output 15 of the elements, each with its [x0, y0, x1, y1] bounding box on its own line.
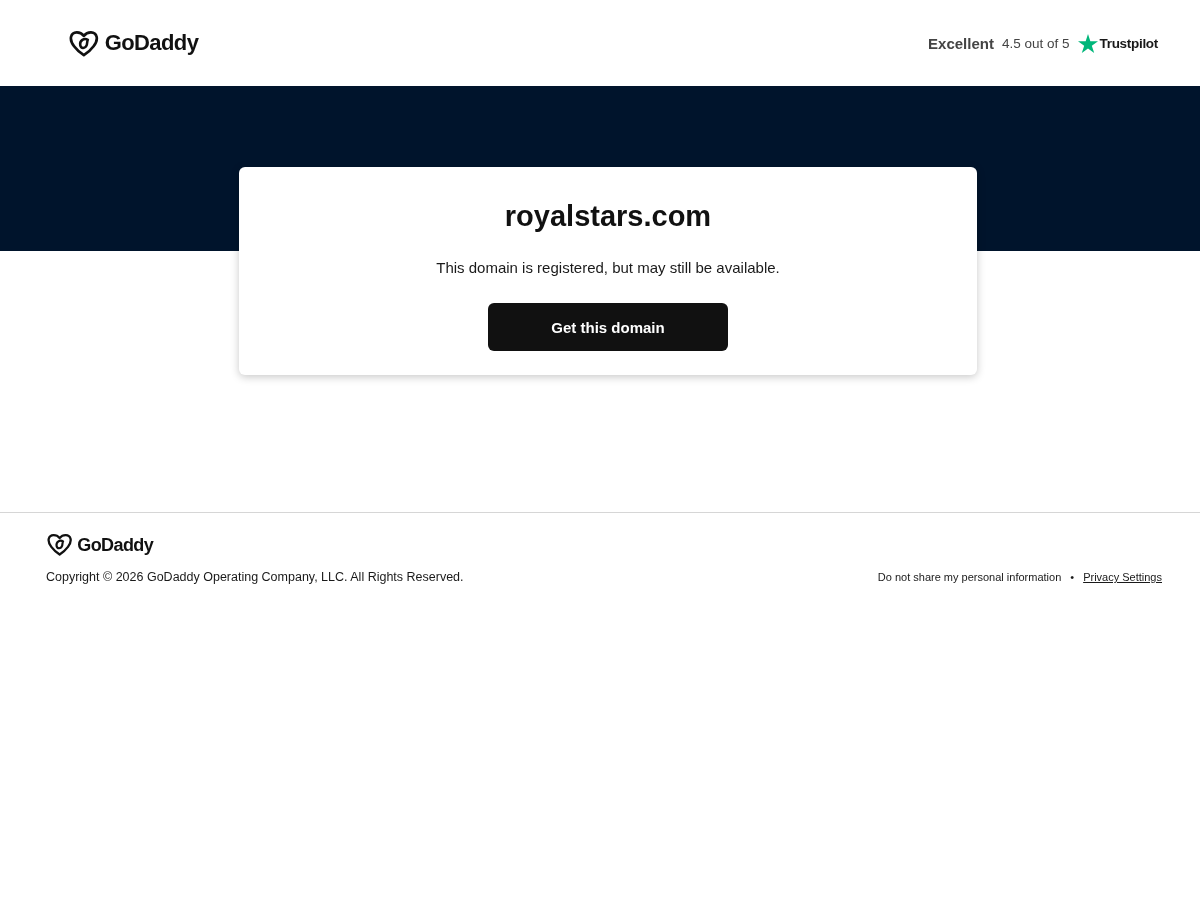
logo-icon	[47, 533, 73, 556]
rating-label: Excellent	[928, 34, 994, 52]
star-icon	[1077, 33, 1098, 53]
get-domain-button[interactable]: Get this domain	[488, 303, 728, 351]
logo-text: GoDaddy	[104, 32, 199, 54]
domain-message: This domain is registered, but may still be available.	[436, 258, 780, 278]
copyright-text: Copyright © 2026 GoDaddy Operating Company, LLC. All Rights Reserved.	[46, 570, 464, 584]
separator-dot: •	[1070, 571, 1075, 583]
footer-link[interactable]: Do not share my personal information	[877, 571, 1062, 583]
logo-icon	[69, 29, 99, 57]
footer-link[interactable]: Privacy Settings	[1083, 571, 1162, 583]
rating-score: 4.5 out of 5	[1001, 35, 1070, 51]
brand-name: Trustpilot	[1099, 35, 1158, 51]
logo-text: GoDaddy	[77, 535, 154, 554]
domain-title: royalstars.com	[504, 199, 712, 234]
